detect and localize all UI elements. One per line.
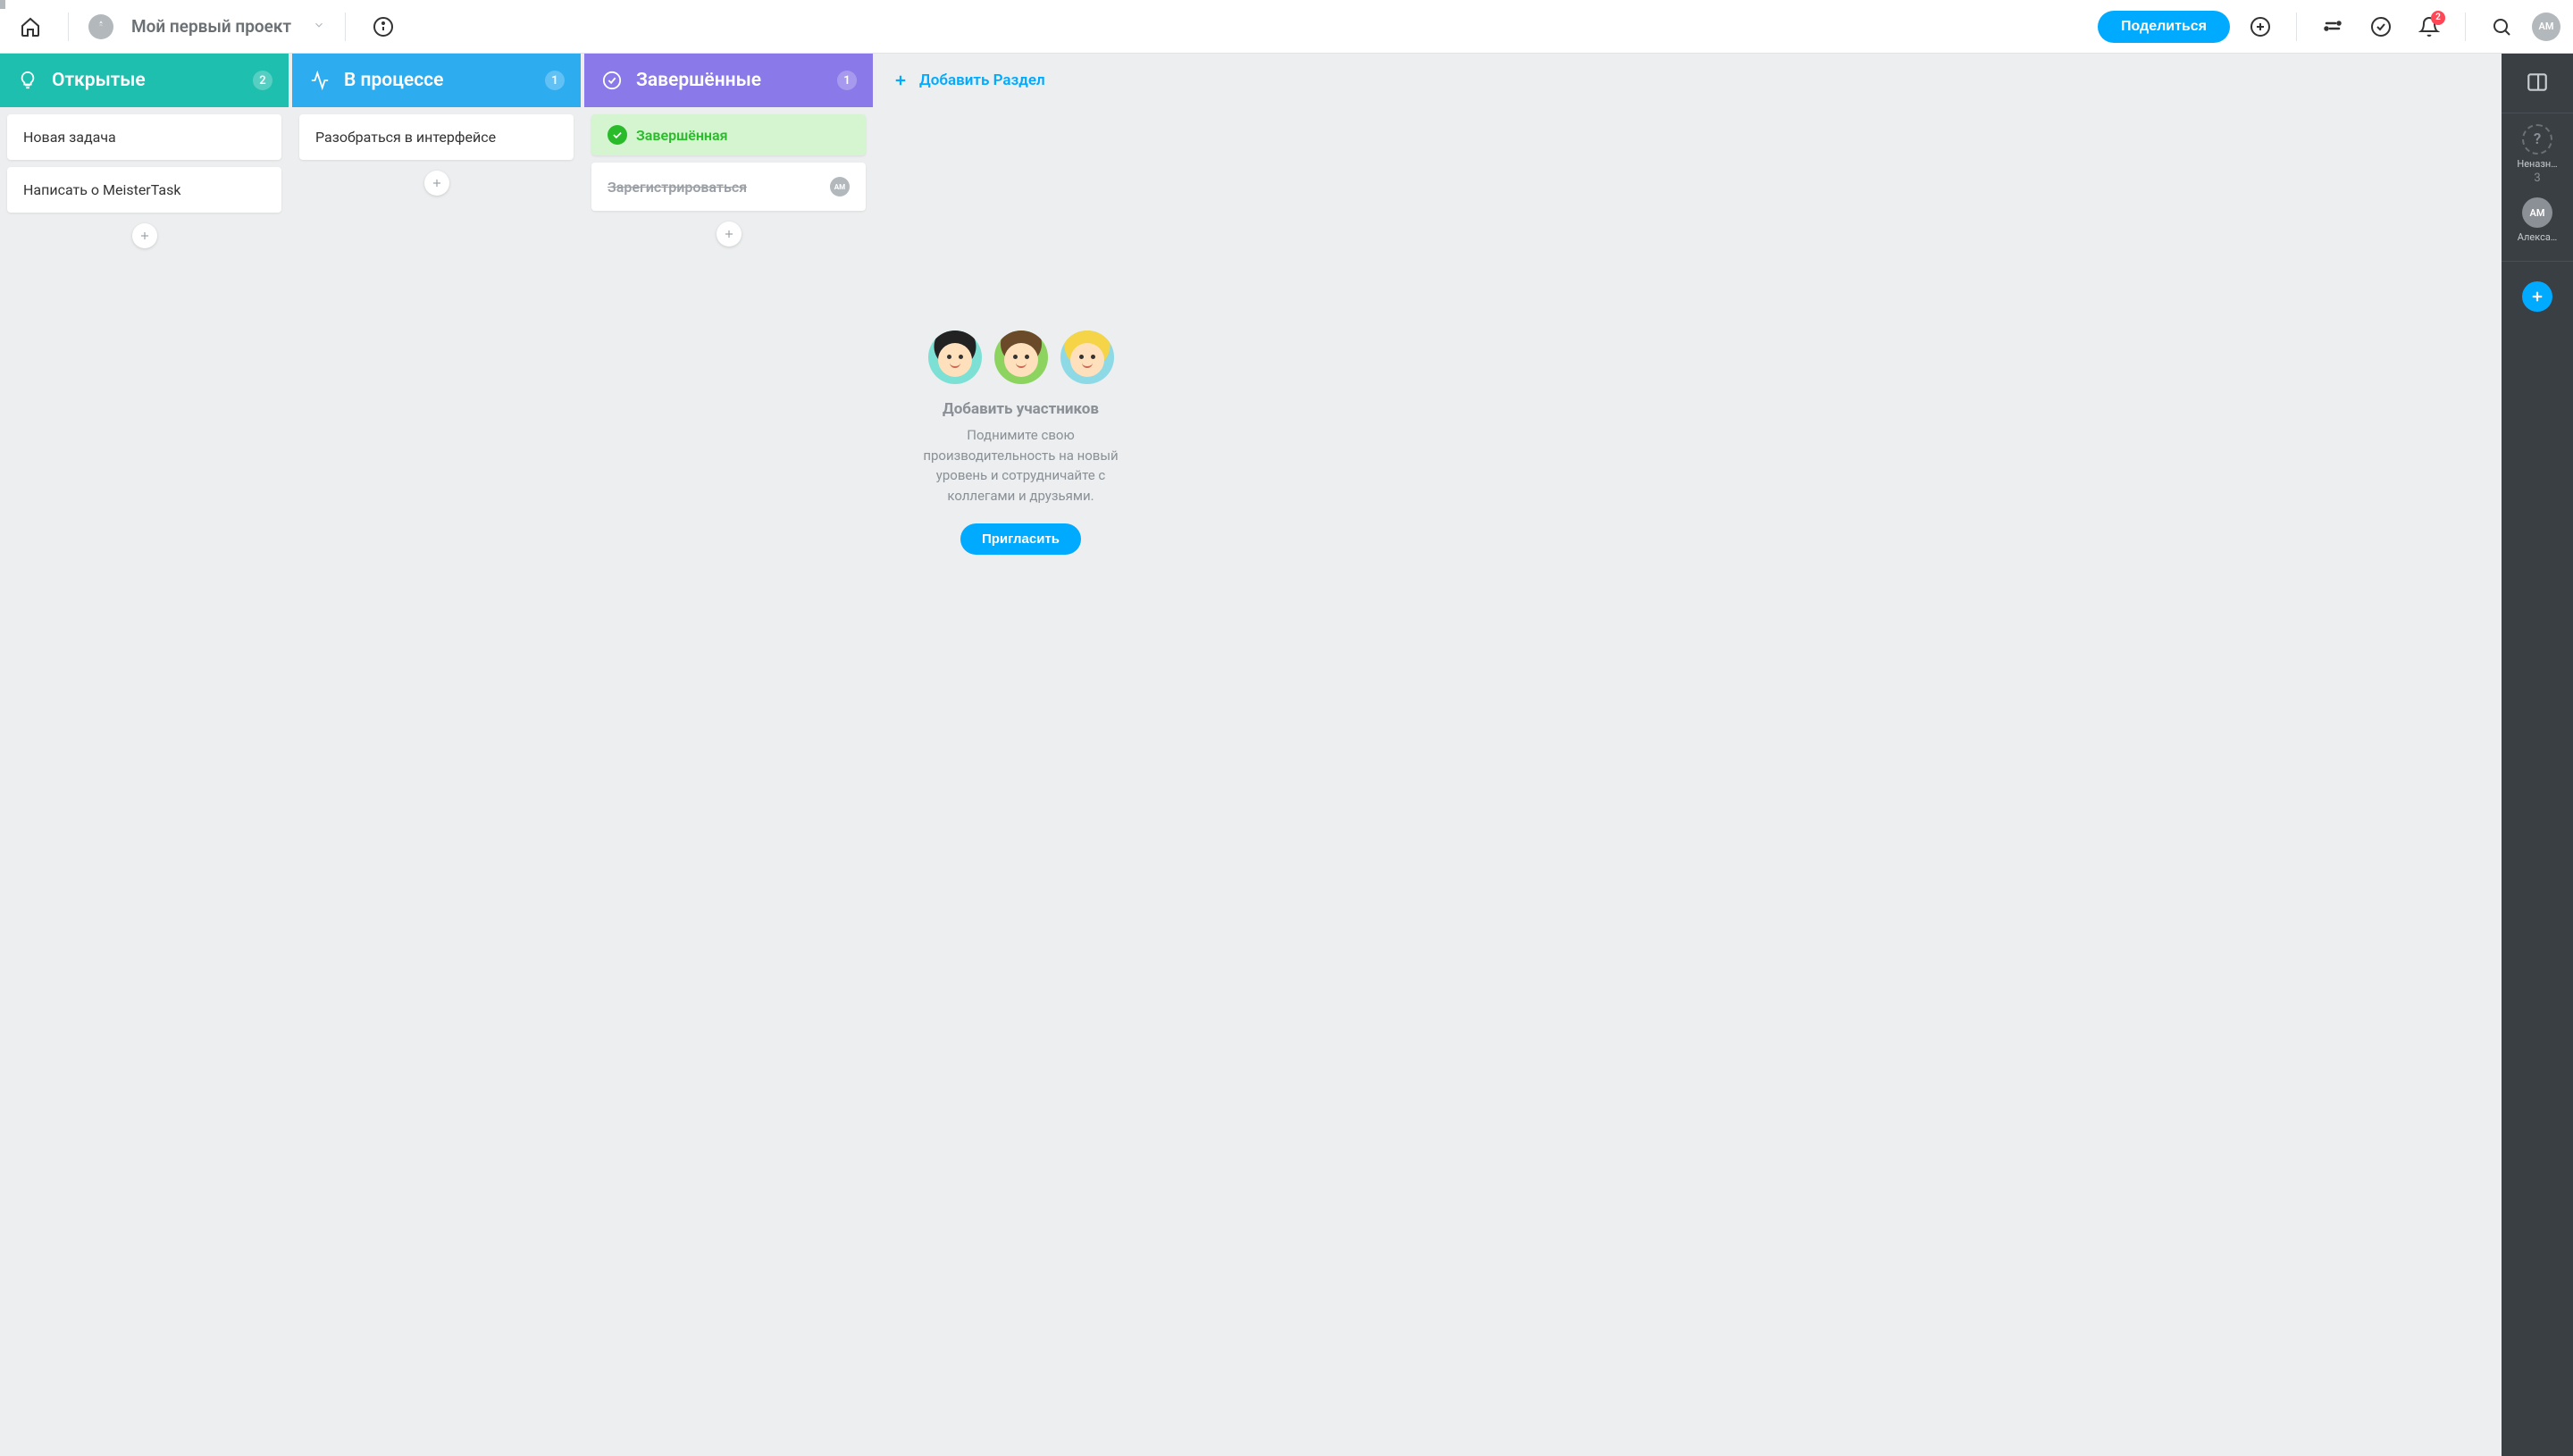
plus-icon	[2529, 289, 2545, 305]
completed-banner[interactable]: Завершённая	[591, 114, 866, 155]
task-text: Новая задача	[23, 129, 116, 146]
panel-toggle-button[interactable]	[2519, 64, 2555, 100]
divider	[68, 13, 69, 41]
topbar: Мой первый проект Поделиться 2	[0, 0, 2573, 54]
add-member-button[interactable]	[2522, 281, 2552, 312]
column-count: 1	[545, 71, 565, 90]
task-text: Зарегистрироваться	[608, 179, 830, 196]
column-title: Завершённые	[636, 70, 837, 91]
add-card-button[interactable]	[132, 223, 157, 248]
check-icon	[600, 69, 624, 92]
assignee-avatar: АМ	[830, 177, 850, 197]
add-section-label: Добавить Раздел	[919, 71, 1045, 89]
task-card[interactable]: Новая задача	[7, 114, 281, 160]
add-section-column: Добавить Раздел Добавить участников Подн…	[876, 54, 1165, 1456]
column-progress: В процессе 1 Разобраться в интерфейсе	[292, 54, 581, 1456]
unassigned-filter[interactable]: ? Неназн… 3	[2502, 124, 2573, 185]
invite-panel: Добавить участников Поднимите свою произ…	[876, 331, 1165, 555]
column-done: Завершённые 1 Завершённая Зарегистрирова…	[584, 54, 873, 1456]
plus-icon	[893, 72, 909, 88]
invite-description: Поднимите свою производительность на нов…	[903, 425, 1138, 506]
task-card[interactable]: Разобраться в интерфейсе	[299, 114, 574, 160]
plus-icon	[138, 230, 151, 242]
add-card-button[interactable]	[424, 171, 449, 196]
add-button[interactable]	[2242, 9, 2278, 45]
question-icon: ?	[2522, 124, 2552, 155]
task-text: Написать о MeisterTask	[23, 181, 180, 198]
timeline-icon	[2322, 16, 2343, 38]
lightbulb-icon	[16, 69, 39, 92]
plus-circle-icon	[2250, 16, 2271, 38]
check-circle-icon	[2370, 16, 2392, 38]
member-label: Алекса…	[2518, 231, 2557, 243]
task-card[interactable]: Зарегистрироваться АМ	[591, 163, 866, 211]
timeline-button[interactable]	[2315, 9, 2351, 45]
plus-icon	[723, 228, 735, 240]
banner-text: Завершённая	[636, 127, 728, 144]
share-button[interactable]: Поделиться	[2098, 11, 2230, 43]
tasks-button[interactable]	[2363, 9, 2399, 45]
search-button[interactable]	[2484, 9, 2519, 45]
column-count: 1	[837, 71, 857, 90]
notification-badge: 2	[2431, 11, 2445, 25]
column-header-progress[interactable]: В процессе 1	[292, 54, 581, 107]
activity-icon	[308, 69, 331, 92]
search-icon	[2491, 16, 2512, 38]
column-title: В процессе	[344, 70, 545, 91]
home-icon	[20, 16, 41, 38]
panel-icon	[2526, 71, 2549, 94]
column-count: 2	[253, 71, 272, 90]
unassigned-label: Неназн…	[2517, 158, 2557, 170]
project-title[interactable]: Мой первый проект	[131, 16, 291, 37]
column-header-done[interactable]: Завершённые 1	[584, 54, 873, 107]
member-filter[interactable]: АМ Алекса…	[2502, 197, 2573, 243]
project-icon[interactable]	[88, 14, 113, 39]
kanban-board: Открытые 2 Новая задача Написать о Meist…	[0, 54, 2502, 1456]
column-open: Открытые 2 Новая задача Написать о Meist…	[0, 54, 289, 1456]
notifications-button[interactable]: 2	[2411, 9, 2447, 45]
column-header-open[interactable]: Открытые 2	[0, 54, 289, 107]
right-sidebar: ? Неназн… 3 АМ Алекса…	[2502, 54, 2573, 1456]
chevron-down-icon[interactable]	[313, 18, 325, 35]
task-card[interactable]: Написать о MeisterTask	[7, 167, 281, 213]
member-avatar: АМ	[2522, 197, 2552, 228]
info-icon	[373, 16, 394, 38]
divider	[345, 13, 346, 41]
info-button[interactable]	[365, 9, 401, 45]
column-title: Открытые	[52, 70, 253, 91]
avatars-illustration	[928, 331, 1114, 384]
invite-button[interactable]: Пригласить	[960, 523, 1081, 555]
add-card-button[interactable]	[717, 222, 742, 247]
add-section-button[interactable]: Добавить Раздел	[876, 54, 1165, 107]
task-text: Разобраться в интерфейсе	[315, 129, 496, 146]
divider	[2465, 13, 2466, 41]
plus-icon	[431, 177, 443, 189]
unassigned-count: 3	[2534, 172, 2540, 185]
check-circle-icon	[608, 125, 627, 145]
user-avatar[interactable]: АМ	[2532, 13, 2560, 41]
home-button[interactable]	[13, 9, 48, 45]
invite-title: Добавить участников	[943, 400, 1099, 418]
divider	[2296, 13, 2297, 41]
